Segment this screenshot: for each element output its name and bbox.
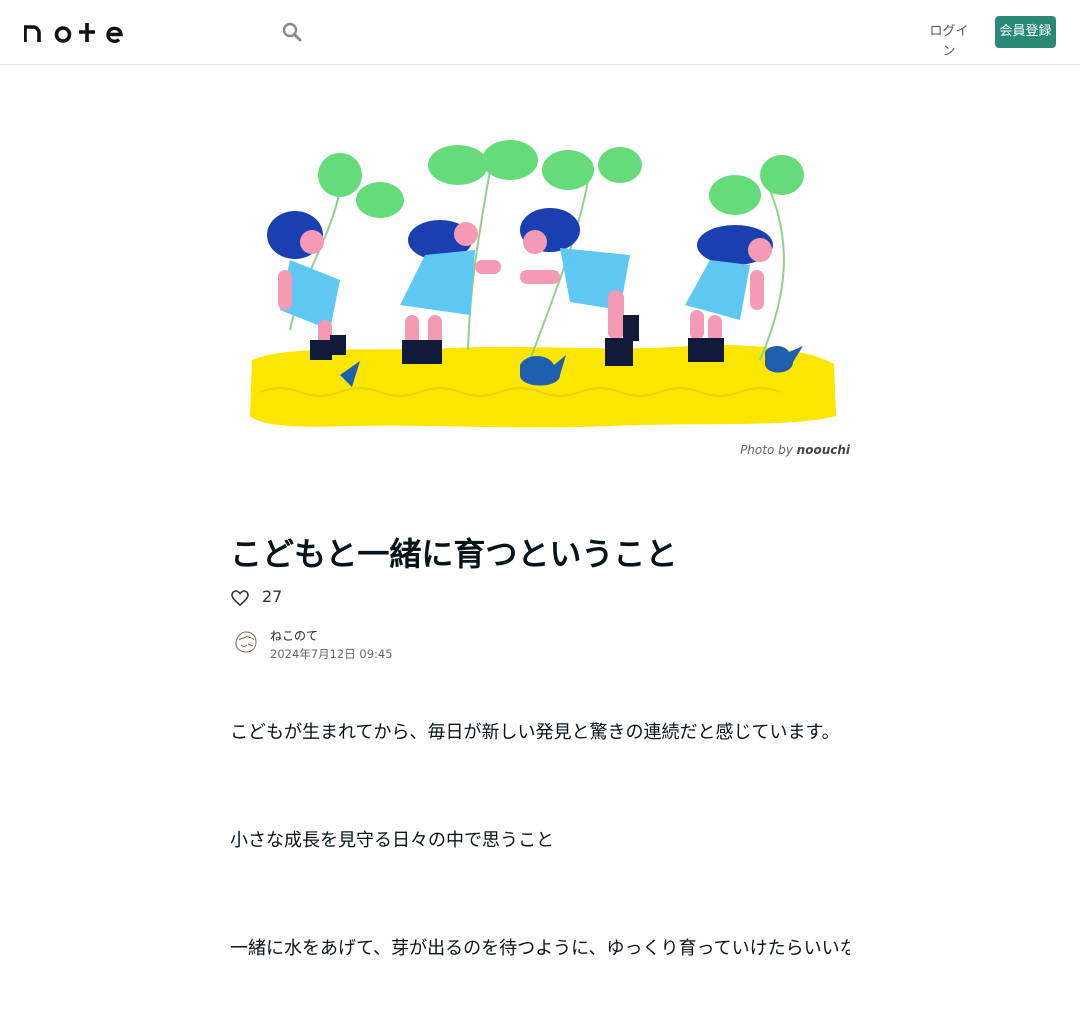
body-paragraph: 一緒に水をあげて、芽が出るのを待つように、ゆっくり育っていけたらいいなと思います…	[230, 938, 850, 959]
search-icon	[282, 22, 302, 42]
author-name[interactable]: ねこのて	[270, 628, 318, 644]
hero-illustration	[250, 140, 836, 428]
author-avatar[interactable]	[230, 626, 262, 658]
top-header: ログイン 会員登録	[0, 0, 1080, 65]
like-row: 27	[230, 586, 350, 610]
search-button[interactable]	[278, 18, 306, 46]
photo-credit: Photo by noouchi	[650, 443, 850, 459]
credit-prefix: Photo by	[740, 443, 793, 457]
article-title: こどもと一緒に育つということ	[230, 535, 678, 573]
post-date: 2024年7月12日 09:45	[270, 647, 393, 661]
body-paragraph: こどもが生まれてから、毎日が新しい発見と驚きの連続だと感じています。	[230, 722, 840, 743]
heart-icon[interactable]	[230, 588, 250, 608]
note-logo[interactable]	[24, 20, 124, 44]
credit-author[interactable]: noouchi	[797, 443, 850, 457]
signup-button[interactable]: 会員登録	[995, 16, 1056, 48]
login-link[interactable]: ログイン	[926, 22, 972, 59]
like-count: 27	[262, 587, 283, 606]
body-paragraph: 小さな成長を見守る日々の中で思うこと	[230, 830, 554, 851]
